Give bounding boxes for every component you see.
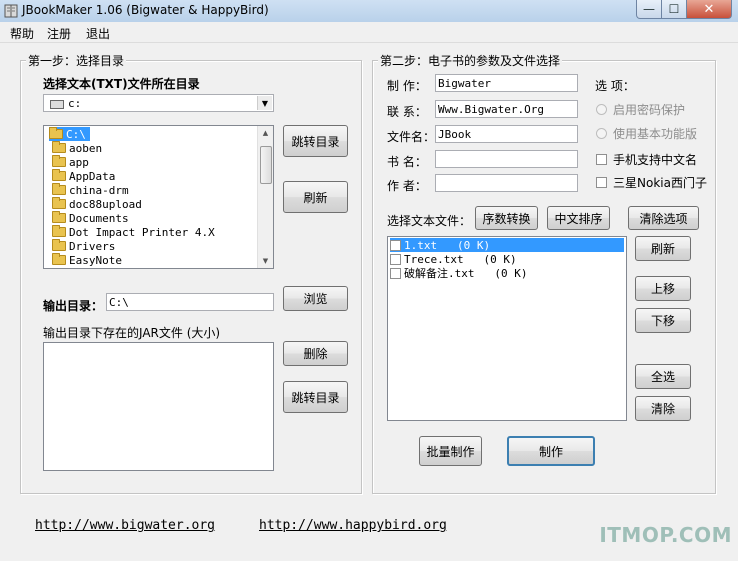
- goto-dir-button[interactable]: 跳转目录: [283, 125, 348, 157]
- field-label-contact: 联 系：: [387, 105, 427, 119]
- contact-input[interactable]: Www.Bigwater.Org: [435, 100, 578, 118]
- file-item[interactable]: 破解备注.txt (0 K): [390, 266, 527, 280]
- tree-item[interactable]: china-drm: [52, 183, 129, 197]
- filename-input[interactable]: JBook: [435, 125, 578, 143]
- watermark: ITMOP.COM: [599, 523, 732, 547]
- open-folder-icon: [49, 127, 63, 139]
- checkbox[interactable]: [596, 154, 607, 165]
- folder-icon: [52, 169, 66, 181]
- scroll-down-icon[interactable]: ▼: [258, 254, 273, 268]
- text-files-list[interactable]: 1.txt (0 K) Trece.txt (0 K) 破解备注.txt (0 …: [387, 236, 627, 421]
- dir-label: 选择文本(TXT)文件所在目录: [43, 77, 200, 91]
- minimize-button[interactable]: —: [636, 0, 662, 19]
- field-label-author: 作 者：: [387, 179, 427, 193]
- seq-convert-button[interactable]: 序数转换: [475, 206, 538, 230]
- jar-files-label: 输出目录下存在的JAR文件 (大小): [43, 326, 221, 340]
- jar-files-list[interactable]: [43, 342, 274, 471]
- radio-button[interactable]: [596, 128, 607, 139]
- folder-icon: [52, 155, 66, 167]
- bookname-input[interactable]: [435, 150, 578, 168]
- minimize-icon: —: [643, 2, 655, 16]
- refresh-files-button[interactable]: 刷新: [635, 236, 691, 261]
- folder-icon: [52, 211, 66, 223]
- tree-item[interactable]: AppData: [52, 169, 115, 183]
- step2-title: 第二步：电子书的参数及文件选择: [378, 52, 563, 69]
- select-all-button[interactable]: 全选: [635, 364, 691, 389]
- tree-item[interactable]: Dot Impact Printer 4.X: [52, 225, 215, 239]
- tree-item[interactable]: aoben: [52, 141, 102, 155]
- field-label-bookname: 书 名：: [387, 155, 427, 169]
- close-icon: ✕: [703, 1, 715, 17]
- book-icon: [4, 4, 18, 18]
- folder-icon: [52, 253, 66, 265]
- tree-item[interactable]: EasyNote: [52, 253, 122, 267]
- checkbox[interactable]: [596, 177, 607, 188]
- move-up-button[interactable]: 上移: [635, 276, 691, 301]
- close-button[interactable]: ✕: [686, 0, 732, 19]
- batch-make-button[interactable]: 批量制作: [419, 436, 482, 466]
- maximize-icon: ☐: [668, 2, 680, 16]
- folder-icon: [52, 141, 66, 153]
- author-input[interactable]: [435, 174, 578, 192]
- browse-button[interactable]: 浏览: [283, 286, 348, 311]
- folder-icon: [52, 183, 66, 195]
- tree-item[interactable]: doc88upload: [52, 197, 142, 211]
- tree-item[interactable]: app: [52, 155, 89, 169]
- delete-button[interactable]: 删除: [283, 341, 348, 366]
- drive-select[interactable]: c: ▼: [43, 94, 274, 112]
- happybird-link[interactable]: http://www.happybird.org: [259, 518, 447, 533]
- option-password[interactable]: 启用密码保护: [596, 101, 685, 118]
- option-samsung-nokia[interactable]: 三星Nokia西门子: [596, 174, 707, 191]
- output-dir-label: 输出目录：: [43, 299, 104, 313]
- file-item[interactable]: Trece.txt (0 K): [390, 252, 517, 266]
- checkbox[interactable]: [390, 267, 401, 279]
- folder-icon: [52, 225, 66, 237]
- maker-input[interactable]: Bigwater: [435, 74, 578, 92]
- move-down-button[interactable]: 下移: [635, 308, 691, 333]
- tree-scrollbar[interactable]: ▲ ▼: [257, 126, 273, 268]
- make-button[interactable]: 制作: [507, 436, 595, 466]
- field-label-maker: 制 作：: [387, 79, 427, 93]
- clear-options-button[interactable]: 清除选项: [628, 206, 699, 230]
- goto-dir-button-2[interactable]: 跳转目录: [283, 381, 348, 413]
- field-label-filename: 文件名：: [387, 130, 436, 144]
- checkbox[interactable]: [390, 253, 401, 265]
- clear-button[interactable]: 清除: [635, 396, 691, 421]
- file-item[interactable]: 1.txt (0 K): [390, 238, 624, 252]
- chevron-down-icon[interactable]: ▼: [257, 96, 272, 110]
- checkbox[interactable]: [390, 239, 401, 251]
- menu-help[interactable]: 帮助: [10, 25, 34, 42]
- window-title: JBookMaker 1.06 (Bigwater & HappyBird): [22, 3, 269, 17]
- folder-icon: [52, 197, 66, 209]
- menu-bar: [0, 22, 738, 43]
- options-label: 选 项：: [595, 79, 635, 93]
- menu-register[interactable]: 注册: [47, 25, 71, 42]
- tree-item[interactable]: Documents: [52, 211, 129, 225]
- drive-icon: [50, 99, 64, 109]
- scroll-up-icon[interactable]: ▲: [258, 126, 273, 140]
- folder-tree[interactable]: C:\ aoben app AppData china-drm doc88upl…: [43, 125, 274, 269]
- folder-icon: [52, 239, 66, 251]
- radio-button[interactable]: [596, 104, 607, 115]
- output-dir-input[interactable]: C:\: [106, 293, 274, 311]
- maximize-button[interactable]: ☐: [661, 0, 687, 19]
- tree-item[interactable]: Drivers: [52, 239, 115, 253]
- step1-title: 第一步：选择目录: [26, 52, 127, 69]
- bigwater-link[interactable]: http://www.bigwater.org: [35, 518, 215, 533]
- cn-sort-button[interactable]: 中文排序: [547, 206, 610, 230]
- tree-item[interactable]: C:\: [49, 127, 90, 141]
- refresh-dir-button[interactable]: 刷新: [283, 181, 348, 213]
- scroll-thumb[interactable]: [260, 146, 272, 184]
- option-chinese-name[interactable]: 手机支持中文名: [596, 151, 697, 168]
- option-basic[interactable]: 使用基本功能版: [596, 125, 697, 142]
- menu-exit[interactable]: 退出: [86, 25, 110, 42]
- select-files-label: 选择文本文件：: [387, 214, 472, 228]
- drive-value: c:: [68, 97, 82, 110]
